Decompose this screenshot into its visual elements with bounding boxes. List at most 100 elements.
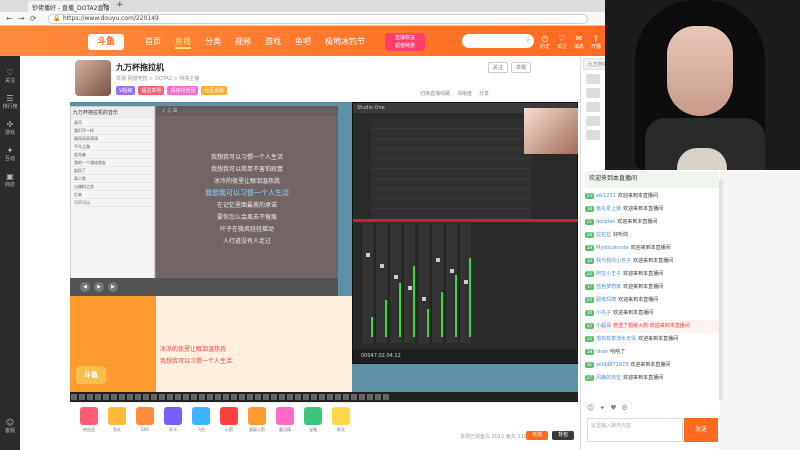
search-icon[interactable]: ⌕ <box>527 34 530 48</box>
chat-username[interactable]: 超级玛丽 <box>596 297 616 303</box>
host-avatar[interactable] <box>75 60 111 96</box>
mixer-strip[interactable] <box>375 223 387 343</box>
player-tool[interactable]: 分享 <box>479 90 489 97</box>
site-logo[interactable]: 斗鱼 <box>88 34 124 50</box>
gift-item[interactable] <box>108 407 126 425</box>
chat-username[interactable]: wk1231 <box>596 193 616 199</box>
fader-handle[interactable] <box>380 264 384 268</box>
recharge-button[interactable]: 充值 <box>526 431 548 440</box>
track-row[interactable]: 离人愁 <box>71 175 154 183</box>
gift-item[interactable] <box>248 407 266 425</box>
track-row[interactable]: 山楂树之恋 <box>71 183 154 191</box>
chat-input[interactable]: 这里输入聊天内容 <box>587 418 683 442</box>
fader-handle[interactable] <box>366 253 370 257</box>
fader-handle[interactable] <box>436 258 440 262</box>
rank-icon[interactable] <box>586 74 600 84</box>
chat-username[interactable]: 风鹿的天空 <box>596 375 621 381</box>
track-row[interactable]: 我们不一样 <box>71 127 154 135</box>
mixer-strip[interactable] <box>361 223 373 343</box>
player-tool[interactable]: 切换直播线路 <box>420 90 450 97</box>
gift-item[interactable] <box>220 407 238 425</box>
sidebar-item[interactable]: ✦ 互动 <box>0 146 20 162</box>
fader-handle[interactable] <box>422 297 426 301</box>
gift-item[interactable] <box>164 407 182 425</box>
host-category[interactable]: 举报 网游竞技 > DOTA2 > 特殊主播 <box>116 75 199 82</box>
gift-icon[interactable]: ✦ <box>599 404 605 412</box>
track-row[interactable]: 起风了 <box>71 167 154 175</box>
emoji-icon[interactable]: ☺ <box>587 404 594 412</box>
promo-badge[interactable]: 直播权益 超值特惠 <box>385 33 425 51</box>
host-badge[interactable]: 福星高照 <box>138 86 165 95</box>
player-tool[interactable]: 清晰度 <box>457 90 472 97</box>
header-icon-button[interactable]: ♡ 关注 <box>557 34 567 50</box>
rank-icon[interactable] <box>586 102 600 112</box>
track-row[interactable]: 可不可以 <box>71 199 154 207</box>
header-icon-button[interactable]: ◷ 历史 <box>540 34 550 50</box>
sidebar-item[interactable]: ☰ 排行榜 <box>0 94 20 110</box>
nav-item[interactable]: 极地冰钓节 <box>325 36 365 49</box>
chat-username[interactable]: Mysticalcode <box>596 245 629 251</box>
header-icon-button[interactable]: ⇧ 开播 <box>591 34 601 50</box>
host-badge[interactable]: V超级 <box>116 86 136 95</box>
nav-item[interactable]: 视频 <box>235 36 251 49</box>
mixer-strip[interactable] <box>459 223 471 343</box>
fader-handle[interactable] <box>464 280 468 284</box>
rank-icon[interactable] <box>586 88 600 98</box>
mixer-strip[interactable] <box>389 223 401 343</box>
track-row[interactable]: 星河 <box>71 119 154 127</box>
track-row[interactable]: 平凡之路 <box>71 143 154 151</box>
track-row[interactable]: 后来 <box>71 191 154 199</box>
host-action-button[interactable]: 举报 <box>511 62 532 73</box>
track-row[interactable]: 我的一个道姑朋友 <box>71 159 154 167</box>
mixer-strip[interactable] <box>445 223 457 343</box>
browser-tab[interactable]: 钞佬播好 - 直播_DOTA2直播 ✕ <box>28 1 110 12</box>
sidebar-item[interactable]: ▣ 商店 <box>0 172 20 188</box>
gift-item[interactable] <box>276 407 294 425</box>
chat-username[interactable]: 阿宝小王子 <box>596 271 621 277</box>
forward-arrow-icon[interactable]: → <box>18 14 25 23</box>
mixer-strip[interactable] <box>417 223 429 343</box>
nav-item[interactable]: 直播 <box>175 36 191 49</box>
mixer-strip[interactable] <box>403 223 415 343</box>
chat-username[interactable]: 鱼丸爱上我 <box>596 206 621 212</box>
refresh-icon[interactable]: ⟳ <box>30 14 37 23</box>
back-arrow-icon[interactable]: ← <box>6 14 13 23</box>
mixer-strip[interactable] <box>431 223 443 343</box>
track-row[interactable]: 追光者 <box>71 151 154 159</box>
chat-username[interactable]: 小超哥 <box>596 323 611 329</box>
track-row[interactable]: 情深深雨濛濛 <box>71 135 154 143</box>
gift-item[interactable] <box>136 407 154 425</box>
fan-icon[interactable]: ♥ <box>610 404 616 412</box>
host-name[interactable]: 九万杯拖拉机 <box>116 62 164 73</box>
chat-username[interactable]: dotafan <box>596 219 615 225</box>
gift-item[interactable] <box>304 407 322 425</box>
sidebar-item[interactable]: ✣ 游戏 <box>0 120 20 136</box>
chat-username[interactable]: 蓝色梦想家 <box>596 284 621 290</box>
rank-icon[interactable] <box>586 130 600 140</box>
fader-handle[interactable] <box>408 286 412 290</box>
gift-item[interactable] <box>80 407 98 425</box>
send-button[interactable]: 发送 <box>684 418 718 442</box>
url-input[interactable]: 🔒 https://www.douyu.com/220149 <box>48 14 588 24</box>
search-input[interactable]: ⌕ <box>462 34 534 48</box>
gift-item[interactable] <box>192 407 210 425</box>
nav-item[interactable]: 分类 <box>205 36 221 49</box>
close-icon[interactable]: ✕ <box>102 2 107 9</box>
host-badge[interactable]: 超级粉丝团 <box>167 86 199 95</box>
chat-username[interactable]: 我与我的小日子 <box>596 258 631 264</box>
host-badge[interactable]: 社区创新 <box>201 86 228 95</box>
chat-username[interactable]: 拉拉拉 <box>596 232 611 238</box>
stream-video[interactable]: 九万杯拖拉机的音乐 星河 我们不一样 情深深雨濛濛 平凡之路 追光者 我的一个道姑朋友 起风… <box>70 102 578 402</box>
gift-item[interactable] <box>332 407 350 425</box>
settings-icon[interactable]: ⚙ <box>621 404 627 412</box>
nav-item[interactable]: 首页 <box>145 36 161 49</box>
nav-item[interactable]: 游戏 <box>265 36 281 49</box>
new-tab-button[interactable]: + <box>116 0 124 10</box>
chat-username[interactable]: wildd871678 <box>596 362 628 368</box>
chat-username[interactable]: 小丸子 <box>596 310 611 316</box>
chat-username[interactable]: lihan <box>596 349 608 355</box>
host-action-button[interactable]: 关注 <box>488 62 509 73</box>
fader-handle[interactable] <box>394 275 398 279</box>
fader-handle[interactable] <box>450 269 454 273</box>
chat-username[interactable]: 落花有意流水无情 <box>596 336 636 342</box>
